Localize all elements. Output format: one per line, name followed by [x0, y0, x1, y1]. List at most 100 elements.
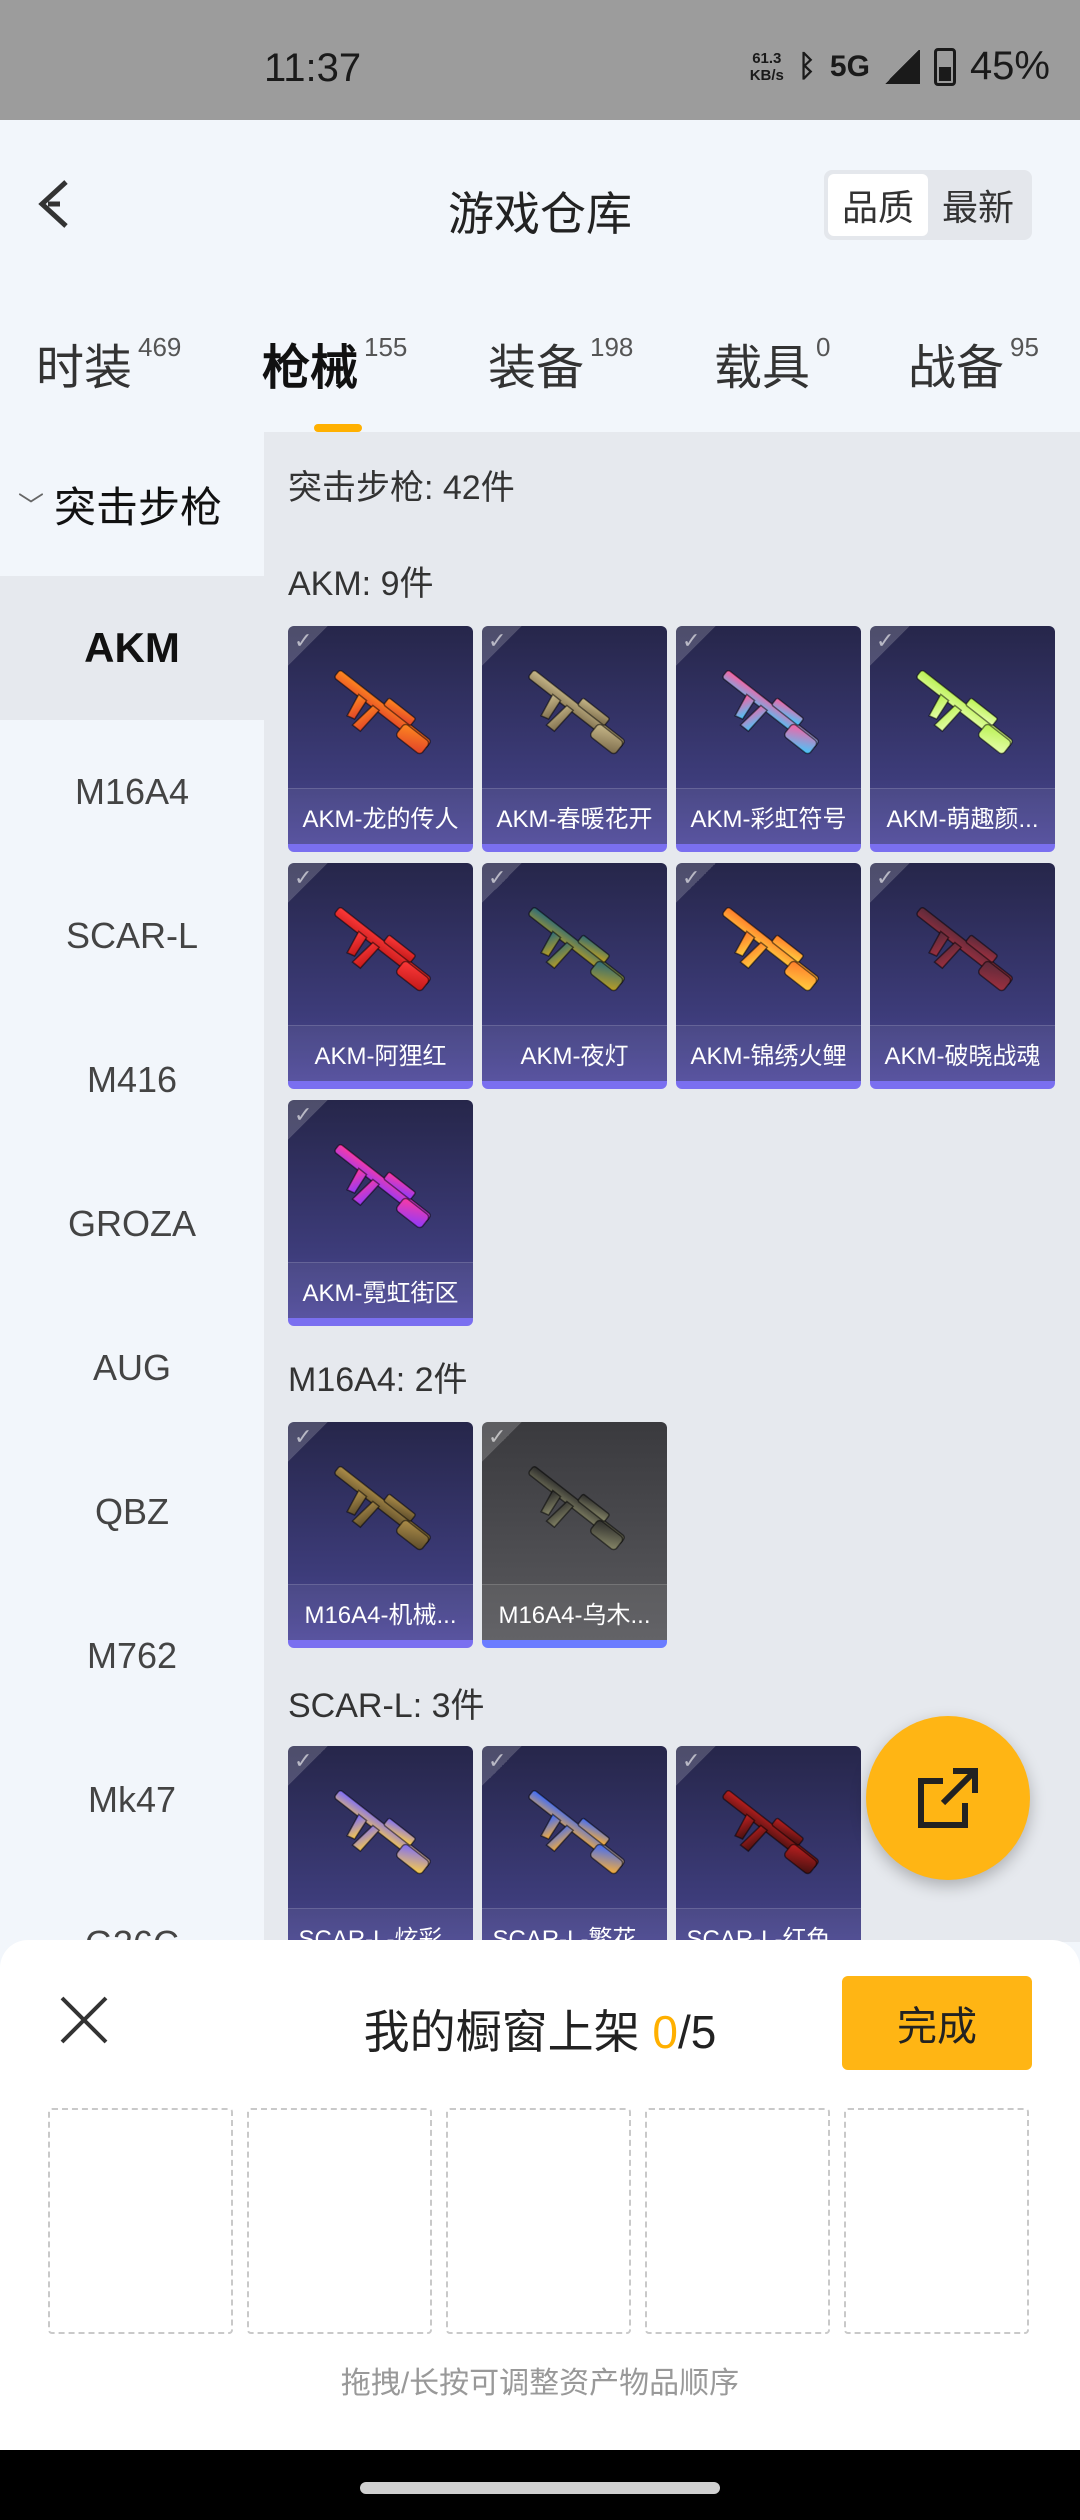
checkmark-icon[interactable]: ✓ — [488, 1748, 506, 1774]
checkmark-icon[interactable]: ✓ — [294, 1102, 312, 1128]
rifle-icon — [528, 1790, 625, 1875]
weapon-card[interactable]: ✓ AKM-破晓战魂 — [870, 863, 1055, 1089]
rifle-icon — [528, 670, 625, 755]
sidebar-item-scar-l[interactable]: SCAR-L — [0, 864, 264, 1008]
weapon-card[interactable]: ✓ AKM-霓虹街区 — [288, 1100, 473, 1326]
sidebar-item-m16a4[interactable]: M16A4 — [0, 720, 264, 864]
weapon-name: AKM-破晓战魂 — [870, 1025, 1055, 1081]
sort-option-latest[interactable]: 最新 — [928, 174, 1028, 236]
weapon-name: M16A4-机械... — [288, 1584, 473, 1640]
rifle-icon — [528, 907, 625, 992]
weapon-card[interactable]: ✓ AKM-萌趣颜... — [870, 626, 1055, 852]
category-total: 突击步枪: 42件 — [288, 469, 515, 507]
bluetooth-icon: ᛒ — [797, 49, 816, 83]
rifle-icon — [334, 1790, 431, 1875]
showcase-panel: 我的橱窗上架 0/5 完成 拖拽/长按可调整资产物品顺序 — [0, 1940, 1080, 2450]
group-title-m16a4: M16A4: 2件 — [288, 1361, 468, 1399]
checkmark-icon[interactable]: ✓ — [488, 865, 506, 891]
reorder-hint: 拖拽/长按可调整资产物品顺序 — [340, 2367, 740, 2400]
status-bar: 11:37 61.3 KB/s ᛒ 5G 45% — [0, 0, 1080, 120]
done-button[interactable]: 完成 — [842, 1976, 1032, 2070]
sidebar-item-m416[interactable]: M416 — [0, 1008, 264, 1152]
checkmark-icon[interactable]: ✓ — [488, 1424, 506, 1450]
sort-option-quality[interactable]: 品质 — [828, 174, 928, 236]
weapon-card[interactable]: ✓ SCAR-L-炫彩... — [288, 1746, 473, 1942]
rifle-icon — [334, 670, 431, 755]
weapon-card[interactable]: ✓ SCAR-L-繁花... — [482, 1746, 667, 1942]
checkmark-icon[interactable]: ✓ — [682, 865, 700, 891]
sidebar-item-m762[interactable]: M762 — [0, 1584, 264, 1728]
showcase-slots — [48, 2108, 1029, 2334]
checkmark-icon[interactable]: ✓ — [294, 1748, 312, 1774]
tab-firearms[interactable]: 枪械 155 — [262, 328, 408, 432]
weapon-card[interactable]: ✓ AKM-龙的传人 — [288, 626, 473, 852]
sidebar-item-g36c[interactable]: G36C — [0, 1872, 264, 1942]
weapon-list[interactable]: 突击步枪: 42件 AKM: 9件 ✓ AKM-龙的传人 ✓ AKM-春暖花开 ✓ AKM… — [264, 432, 1080, 1942]
tab-supplies[interactable]: 战备 95 — [908, 328, 1039, 398]
checkmark-icon[interactable]: ✓ — [488, 628, 506, 654]
tab-equipment[interactable]: 装备 198 — [488, 328, 633, 398]
sidebar-item-aug[interactable]: AUG — [0, 1296, 264, 1440]
checkmark-icon[interactable]: ✓ — [294, 1424, 312, 1450]
tab-label: 时装 — [36, 342, 133, 395]
rifle-icon — [334, 1466, 431, 1551]
checkmark-icon[interactable]: ✓ — [682, 1748, 700, 1774]
status-icons: 61.3 KB/s ᛒ 5G 45% — [750, 44, 1050, 89]
weapon-card[interactable]: ✓ AKM-锦绣火鲤 — [676, 863, 861, 1089]
tab-label: 载具 — [714, 342, 811, 395]
signal-icon — [883, 49, 920, 84]
showcase-slot[interactable] — [48, 2108, 233, 2334]
weapon-card[interactable]: ✓ M16A4-乌木... — [482, 1422, 667, 1648]
weapon-card[interactable]: ✓ AKM-阿狸红 — [288, 863, 473, 1089]
checkmark-icon[interactable]: ✓ — [294, 865, 312, 891]
weapon-name: AKM-春暖花开 — [482, 788, 667, 844]
weapon-name: M16A4-乌木... — [482, 1584, 667, 1640]
showcase-current-count: 0 — [652, 2006, 678, 2058]
home-indicator[interactable] — [360, 2482, 720, 2494]
tab-label: 枪械 — [262, 342, 359, 395]
tab-fashion[interactable]: 时装 469 — [36, 328, 181, 398]
showcase-slot[interactable] — [446, 2108, 631, 2334]
showcase-slot[interactable] — [645, 2108, 830, 2334]
share-button[interactable] — [866, 1716, 1030, 1880]
checkmark-icon[interactable]: ✓ — [876, 628, 894, 654]
sidebar-item-groza[interactable]: GROZA — [0, 1152, 264, 1296]
tab-label: 战备 — [908, 342, 1005, 395]
status-time: 11:37 — [264, 46, 362, 90]
weapon-card[interactable]: ✓ SCAR-L-红色... — [676, 1746, 861, 1942]
sidebar-item-qbz[interactable]: QBZ — [0, 1440, 264, 1584]
weapon-name: AKM-夜灯 — [482, 1025, 667, 1081]
sidebar-item-mk47[interactable]: Mk47 — [0, 1728, 264, 1872]
showcase-slot[interactable] — [247, 2108, 432, 2334]
tab-count: 0 — [816, 332, 831, 362]
weapon-card[interactable]: ✓ M16A4-机械... — [288, 1422, 473, 1648]
sidebar-group-assault-rifles[interactable]: ﹀ 突击步枪 — [0, 432, 264, 576]
weapon-type-sidebar: ﹀ 突击步枪 AKM M16A4 SCAR-L M416 GROZA AUG Q… — [0, 432, 264, 1942]
rifle-icon — [916, 907, 1013, 992]
group-grid-akm: ✓ AKM-龙的传人 ✓ AKM-春暖花开 ✓ AKM-彩虹符号 ✓ AKM-萌趣颜... ✓ A… — [288, 626, 1055, 1326]
network-speed-unit: KB/s — [749, 66, 784, 84]
sidebar-item-akm[interactable]: AKM — [0, 576, 264, 720]
tab-count: 469 — [138, 332, 182, 362]
checkmark-icon[interactable]: ✓ — [876, 865, 894, 891]
rifle-icon — [722, 670, 819, 755]
tab-vehicles[interactable]: 载具 0 — [714, 328, 830, 398]
showcase-title-text: 我的橱窗上架 — [363, 2006, 653, 2058]
category-tabs: 时装 469 枪械 155 装备 198 载具 0 战备 95 — [0, 300, 1080, 432]
active-tab-indicator — [314, 424, 362, 432]
weapon-card[interactable]: ✓ AKM-彩虹符号 — [676, 626, 861, 852]
network-speed: 61.3 KB/s — [750, 50, 784, 84]
network-speed-value: 61.3 — [752, 49, 782, 67]
weapon-name: SCAR-L-繁花... — [482, 1908, 667, 1942]
weapon-card[interactable]: ✓ AKM-春暖花开 — [482, 626, 667, 852]
checkmark-icon[interactable]: ✓ — [682, 628, 700, 654]
sort-toggle[interactable]: 品质 最新 — [824, 170, 1032, 240]
rifle-icon — [722, 1790, 819, 1875]
group-grid-m16a4: ✓ M16A4-机械... ✓ M16A4-乌木... — [288, 1422, 1055, 1648]
weapon-card[interactable]: ✓ AKM-夜灯 — [482, 863, 667, 1089]
weapon-name: AKM-锦绣火鲤 — [676, 1025, 861, 1081]
showcase-slot[interactable] — [844, 2108, 1029, 2334]
checkmark-icon[interactable]: ✓ — [294, 628, 312, 654]
tab-count: 155 — [364, 332, 408, 362]
tab-count: 198 — [590, 332, 634, 362]
